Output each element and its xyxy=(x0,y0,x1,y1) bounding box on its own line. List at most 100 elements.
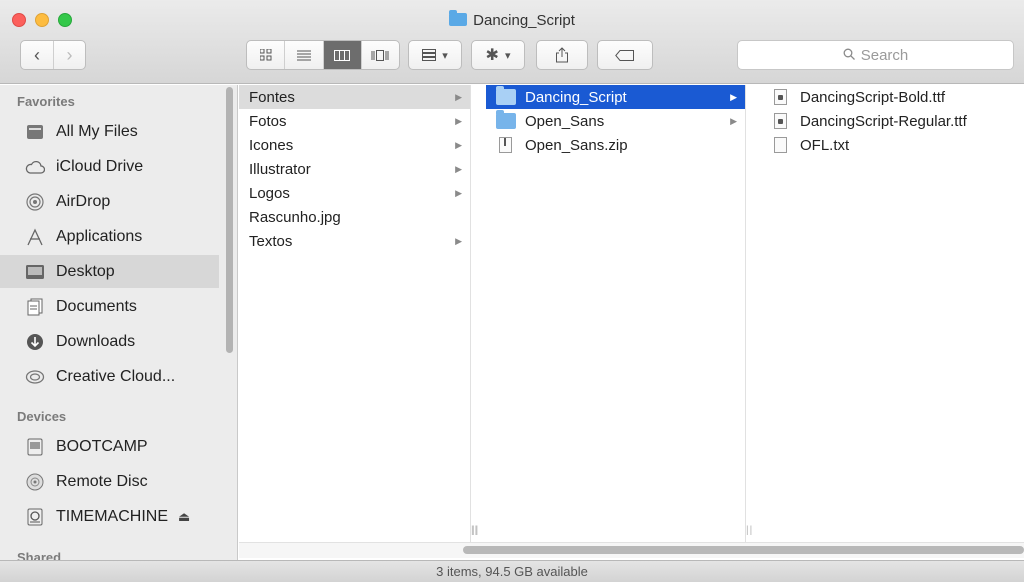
downloads-icon xyxy=(24,331,46,353)
column-1: Fontes ▶ Fotos ▶ Icones ▶ Illustrator ▶ Logo… xyxy=(239,85,477,542)
sidebar-item-timemachine[interactable]: TIMEMACHINE ⏏ xyxy=(0,500,219,533)
sidebar-item-bootcamp[interactable]: BOOTCAMP xyxy=(0,430,219,463)
sidebar-item-creative-cloud[interactable]: Creative Cloud... xyxy=(0,360,219,393)
item-label: Open_Sans xyxy=(525,112,605,130)
chevron-right-icon: ▶ xyxy=(455,139,462,150)
creative-cloud-icon xyxy=(24,366,46,388)
item-label: Fontes xyxy=(249,88,295,106)
cloud-icon xyxy=(24,156,46,178)
sidebar-item-label: AirDrop xyxy=(56,192,111,210)
list-item[interactable]: Icones ▶ xyxy=(239,133,470,157)
item-label: Illustrator xyxy=(249,160,311,178)
sidebar-item-label: Remote Disc xyxy=(56,472,148,490)
back-forward-group: ‹ › xyxy=(20,40,86,70)
sidebar-item-applications[interactable]: Applications xyxy=(0,220,219,253)
sidebar-item-icloud-drive[interactable]: iCloud Drive xyxy=(0,150,219,183)
list-item[interactable]: Open_Sans ▶ xyxy=(486,109,745,133)
item-label: DancingScript-Bold.ttf xyxy=(800,88,946,106)
sidebar-item-airdrop[interactable]: AirDrop xyxy=(0,185,219,218)
chevron-right-icon: ▶ xyxy=(455,163,462,174)
action-button[interactable]: ✱ ▾ xyxy=(471,40,525,70)
font-file-icon xyxy=(774,89,787,105)
back-button[interactable]: ‹ xyxy=(21,41,53,69)
horizontal-scrollbar[interactable] xyxy=(463,546,1024,554)
icon-view-icon xyxy=(259,49,272,61)
sidebar-item-label: TIMEMACHINE xyxy=(56,507,168,525)
cover-flow-button[interactable] xyxy=(360,41,399,69)
list-view-icon xyxy=(296,50,311,60)
list-item[interactable]: Rascunho.jpg xyxy=(239,205,470,229)
applications-icon xyxy=(24,226,46,248)
chevron-down-icon: ▾ xyxy=(442,49,448,62)
item-label: OFL.txt xyxy=(800,136,850,154)
text-file-icon xyxy=(774,137,787,153)
column-3: DancingScript-Bold.ttf DancingScript-Reg… xyxy=(761,85,1024,542)
item-label: Dancing_Script xyxy=(525,88,627,106)
airdrop-icon xyxy=(24,191,46,213)
font-file-icon xyxy=(774,113,787,129)
tags-button[interactable] xyxy=(597,40,653,70)
all-files-icon xyxy=(24,121,46,143)
chevron-right-icon: ▶ xyxy=(455,187,462,198)
sidebar-item-label: Applications xyxy=(56,227,143,245)
list-item[interactable]: DancingScript-Regular.ttf xyxy=(761,109,1024,133)
column-resize-handle[interactable]: || xyxy=(746,525,753,536)
remote-disc-icon xyxy=(24,471,46,493)
folder-icon xyxy=(496,110,516,129)
sidebar-item-downloads[interactable]: Downloads xyxy=(0,325,219,358)
sidebar-item-label: All My Files xyxy=(56,122,138,140)
share-icon xyxy=(556,47,568,63)
folder-icon xyxy=(496,86,516,105)
list-item[interactable]: DancingScript-Bold.ttf xyxy=(761,85,1024,109)
column-view-button[interactable] xyxy=(322,41,361,69)
item-label: Icones xyxy=(249,136,294,154)
status-bar: 3 items, 94.5 GB available xyxy=(0,560,1024,582)
item-label: Textos xyxy=(249,232,293,250)
search-placeholder: Search xyxy=(860,46,909,64)
sidebar-item-label: Desktop xyxy=(56,262,115,280)
chevron-right-icon: ▶ xyxy=(455,235,462,246)
finder-window: Dancing_Script ‹ › ▾ ✱ ▾ Search Favorite… xyxy=(0,0,1024,582)
list-view-button[interactable] xyxy=(284,41,322,69)
desktop-icon xyxy=(24,261,46,283)
sidebar-item-documents[interactable]: Documents xyxy=(0,290,219,323)
sidebar-item-all-my-files[interactable]: All My Files xyxy=(0,115,219,148)
chevron-right-icon: ▶ xyxy=(455,115,462,126)
column-resize-handle[interactable]: || xyxy=(472,525,479,536)
chevron-down-icon: ▾ xyxy=(504,49,511,62)
search-icon xyxy=(843,47,855,63)
list-item[interactable]: Textos ▶ xyxy=(239,229,470,253)
sidebar: Favorites All My Files iCloud Drive AirD… xyxy=(0,85,238,560)
forward-button[interactable]: › xyxy=(52,41,85,69)
disk-icon xyxy=(24,436,46,458)
sidebar-item-remote-disc[interactable]: Remote Disc xyxy=(0,465,219,498)
gear-icon: ✱ xyxy=(485,47,499,64)
column-2: Dancing_Script ▶ Open_Sans ▶ Open_Sans.zip… xyxy=(472,85,752,542)
column-view-icon xyxy=(334,49,351,61)
tag-icon xyxy=(615,49,634,61)
cover-flow-icon xyxy=(371,49,389,61)
list-item[interactable]: Illustrator ▶ xyxy=(239,157,470,181)
list-item[interactable]: Fontes ▶ xyxy=(239,85,470,109)
list-item[interactable]: Open_Sans.zip xyxy=(486,133,745,157)
item-label: Fotos xyxy=(249,112,287,130)
title-toolbar: Dancing_Script ‹ › ▾ ✱ ▾ Search xyxy=(0,0,1024,84)
arrange-button[interactable]: ▾ xyxy=(408,40,462,70)
eject-icon[interactable]: ⏏ xyxy=(178,509,190,525)
chevron-right-icon: ▶ xyxy=(730,115,737,126)
list-item[interactable]: OFL.txt xyxy=(761,133,1024,157)
sidebar-scrollbar[interactable] xyxy=(226,87,233,353)
sidebar-heading-shared: Shared xyxy=(17,550,62,560)
arrange-icon xyxy=(422,49,437,61)
search-field[interactable]: Search xyxy=(737,40,1014,70)
sidebar-item-desktop[interactable]: Desktop xyxy=(0,255,219,288)
list-item[interactable]: Logos ▶ xyxy=(239,181,470,205)
window-title-text: Dancing_Script xyxy=(473,12,575,29)
icon-view-button[interactable] xyxy=(247,41,284,69)
share-button[interactable] xyxy=(536,40,588,70)
sidebar-item-label: Documents xyxy=(56,297,137,315)
time-machine-icon xyxy=(24,506,46,528)
chevron-right-icon: ▶ xyxy=(455,91,462,102)
list-item[interactable]: Dancing_Script ▶ xyxy=(486,85,745,109)
list-item[interactable]: Fotos ▶ xyxy=(239,109,470,133)
